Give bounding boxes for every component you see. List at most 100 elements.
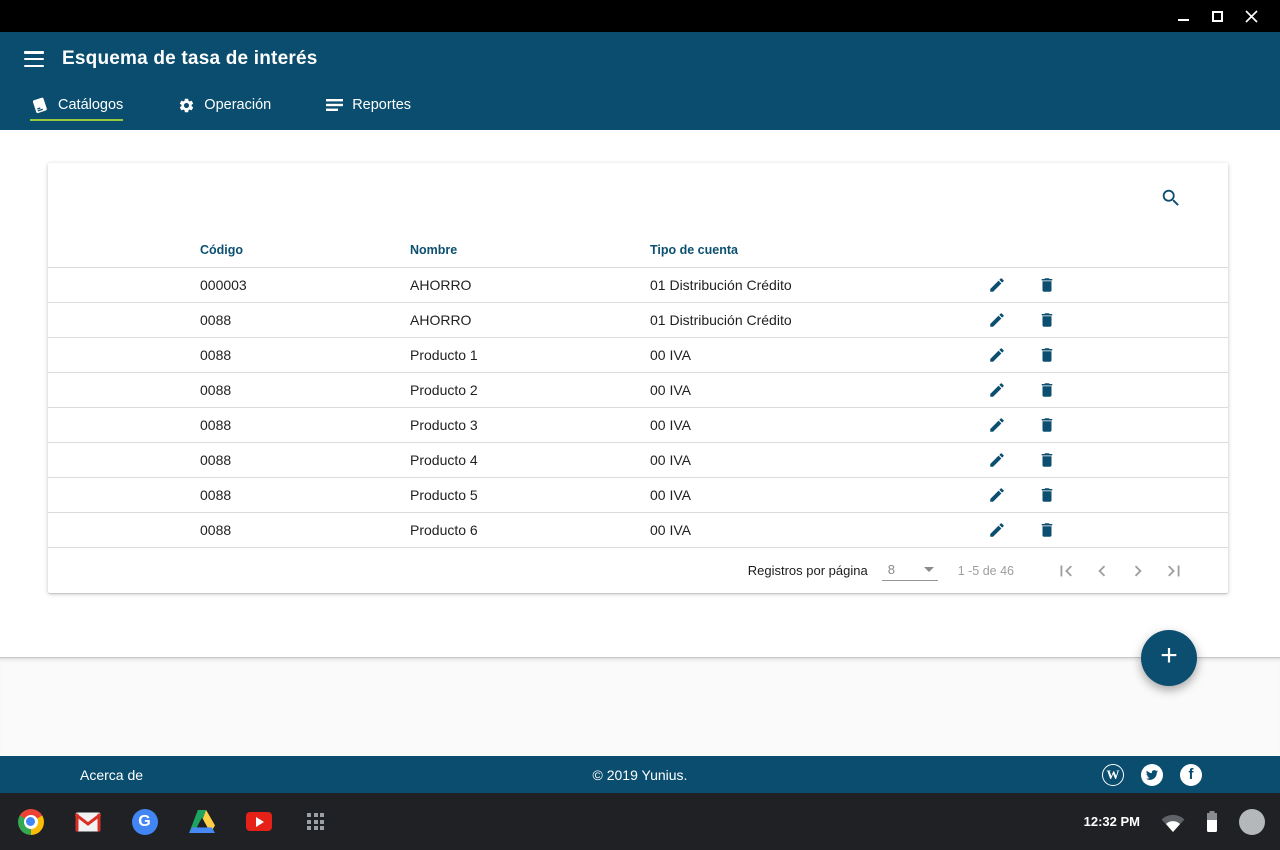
clock: 12:32 PM (1084, 814, 1140, 829)
youtube-app-button[interactable] (245, 808, 272, 835)
cell-codigo: 0088 (200, 487, 410, 503)
rows-per-page-label: Registros por página (748, 563, 868, 578)
last-page-button[interactable] (1156, 560, 1192, 582)
window-minimize-button[interactable] (1166, 0, 1200, 32)
page-size-select[interactable]: 8 (882, 560, 938, 581)
battery-icon (1206, 811, 1218, 832)
chevron-right-icon (1127, 560, 1149, 582)
cell-nombre: Producto 3 (410, 417, 650, 433)
table-row: 0088 AHORRO 01 Distribución Crédito (48, 303, 1228, 338)
table-body: 000003 AHORRO 01 Distribución Crédito 00… (48, 268, 1228, 548)
status-area[interactable]: 12:32 PM (1084, 809, 1265, 835)
gmail-app-button[interactable] (74, 808, 101, 835)
gmail-icon (75, 812, 101, 832)
cell-tipo-de-cuenta: 00 IVA (650, 347, 972, 363)
catalog-table-card: Código Nombre Tipo de cuenta 000003 AHOR… (48, 163, 1228, 593)
tab-catalogos[interactable]: Catálogos (30, 86, 123, 130)
window-maximize-button[interactable] (1200, 0, 1234, 32)
edit-button[interactable] (972, 346, 1022, 364)
trash-icon (1038, 346, 1056, 364)
pagination-bar: Registros por página 8 1 -5 de 46 (48, 548, 1228, 593)
catalog-icon (30, 96, 49, 115)
apps-grid-icon (307, 813, 324, 830)
table-row: 0088 Producto 5 00 IVA (48, 478, 1228, 513)
wordpress-link[interactable]: W (1102, 764, 1124, 786)
edit-button[interactable] (972, 521, 1022, 539)
cell-nombre: Producto 4 (410, 452, 650, 468)
content-footer-spacer (0, 657, 1280, 756)
search-button[interactable] (1160, 187, 1182, 209)
cell-codigo: 0088 (200, 452, 410, 468)
delete-button[interactable] (1022, 486, 1072, 504)
delete-button[interactable] (1022, 381, 1072, 399)
main-content: Código Nombre Tipo de cuenta 000003 AHOR… (0, 130, 1280, 657)
cell-nombre: Producto 6 (410, 522, 650, 538)
delete-button[interactable] (1022, 451, 1072, 469)
shelf-apps: G (0, 808, 329, 835)
tab-bar: Catálogos Operación Repo (0, 86, 1280, 130)
table-row: 0088 Producto 4 00 IVA (48, 443, 1228, 478)
next-page-button[interactable] (1120, 560, 1156, 582)
chrome-app-button[interactable] (17, 808, 44, 835)
minimize-icon (1178, 19, 1189, 21)
app-launcher-button[interactable] (302, 808, 329, 835)
menu-icon[interactable] (24, 49, 48, 69)
tab-operacion[interactable]: Operación (178, 86, 271, 130)
toolbar: Esquema de tasa de interés (0, 32, 1280, 86)
delete-button[interactable] (1022, 521, 1072, 539)
pagination-range: 1 -5 de 46 (958, 564, 1014, 578)
close-icon (1245, 10, 1258, 23)
window-titlebar (0, 0, 1280, 32)
table-toolbar (48, 163, 1228, 233)
edit-button[interactable] (972, 486, 1022, 504)
delete-button[interactable] (1022, 276, 1072, 294)
cell-nombre: AHORRO (410, 277, 650, 293)
pencil-icon (988, 276, 1006, 294)
chevron-left-icon (1091, 560, 1113, 582)
previous-page-button[interactable] (1084, 560, 1120, 582)
column-header-nombre: Nombre (410, 243, 650, 257)
facebook-link[interactable]: f (1180, 764, 1202, 786)
cell-codigo: 0088 (200, 382, 410, 398)
drive-icon (189, 810, 215, 833)
chrome-icon (18, 809, 44, 835)
cell-tipo-de-cuenta: 01 Distribución Crédito (650, 312, 972, 328)
cell-codigo: 0088 (200, 522, 410, 538)
delete-button[interactable] (1022, 311, 1072, 329)
edit-button[interactable] (972, 276, 1022, 294)
drive-app-button[interactable] (188, 808, 215, 835)
google-app-button[interactable]: G (131, 808, 158, 835)
page-size-value: 8 (888, 562, 895, 577)
column-header-codigo: Código (200, 243, 410, 257)
wifi-icon (1161, 812, 1185, 832)
wordpress-icon: W (1102, 764, 1124, 786)
table-row: 000003 AHORRO 01 Distribución Crédito (48, 268, 1228, 303)
report-lines-icon (326, 98, 343, 112)
add-button[interactable]: + (1141, 630, 1197, 686)
maximize-icon (1212, 11, 1223, 22)
app-header: Esquema de tasa de interés Catálogos (0, 32, 1280, 130)
cell-nombre: AHORRO (410, 312, 650, 328)
edit-button[interactable] (972, 416, 1022, 434)
edit-button[interactable] (972, 311, 1022, 329)
account-avatar[interactable] (1239, 809, 1265, 835)
table-row: 0088 Producto 1 00 IVA (48, 338, 1228, 373)
screen: Esquema de tasa de interés Catálogos (0, 0, 1280, 850)
first-page-button[interactable] (1048, 560, 1084, 582)
edit-button[interactable] (972, 451, 1022, 469)
delete-button[interactable] (1022, 346, 1072, 364)
cell-tipo-de-cuenta: 00 IVA (650, 452, 972, 468)
twitter-link[interactable] (1141, 764, 1163, 786)
cell-tipo-de-cuenta: 00 IVA (650, 417, 972, 433)
trash-icon (1038, 381, 1056, 399)
pencil-icon (988, 416, 1006, 434)
window-close-button[interactable] (1234, 0, 1268, 32)
cell-tipo-de-cuenta: 00 IVA (650, 522, 972, 538)
pencil-icon (988, 381, 1006, 399)
edit-button[interactable] (972, 381, 1022, 399)
tab-label-catalogos: Catálogos (58, 97, 123, 113)
tab-reportes[interactable]: Reportes (326, 86, 411, 130)
column-header-tipo-de-cuenta: Tipo de cuenta (650, 243, 972, 257)
first-page-icon (1055, 560, 1077, 582)
delete-button[interactable] (1022, 416, 1072, 434)
